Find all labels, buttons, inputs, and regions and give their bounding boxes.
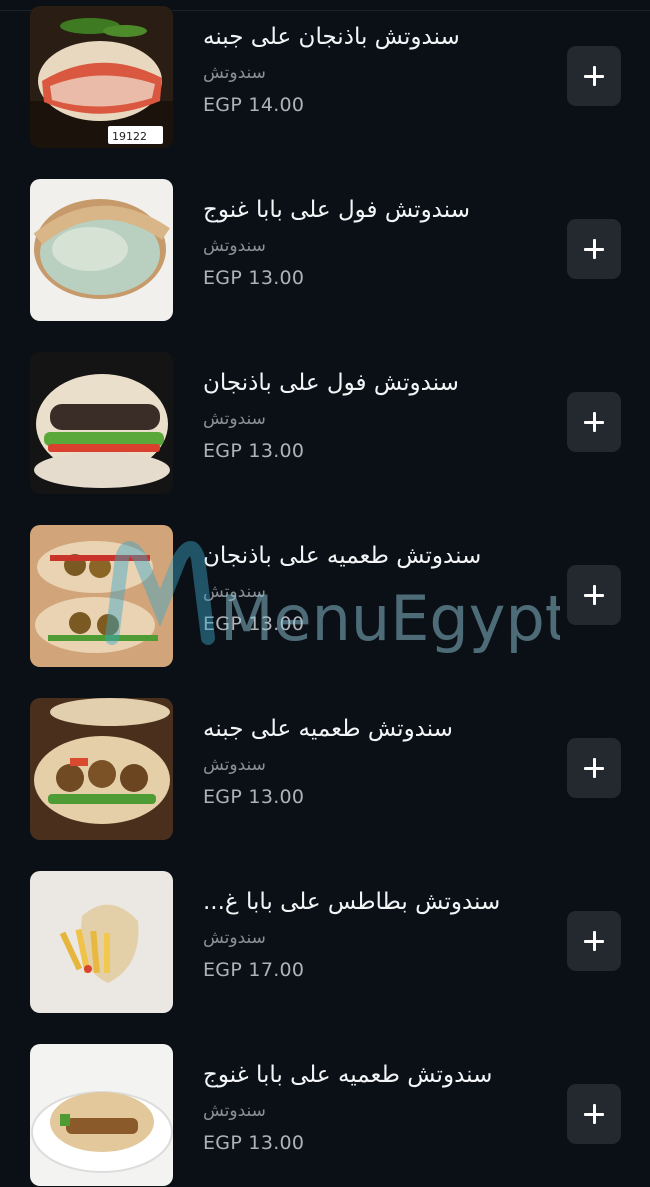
add-to-cart-button[interactable] [567,565,621,625]
add-to-cart-button[interactable] [567,219,621,279]
food-photo [30,179,173,321]
add-to-cart-button[interactable] [567,1084,621,1144]
item-category: سندوتش [203,928,266,948]
menu-item[interactable]: سندوتش طعميه على جبنه سندوتش EGP 13.00 [0,698,650,840]
food-photo: 19122 [30,6,173,148]
plus-icon [584,585,604,605]
item-price: EGP 13.00 [203,440,305,462]
plus-icon [584,1104,604,1124]
item-name: سندوتش طعميه على باذنجان [203,543,482,569]
food-photo [30,1044,173,1186]
add-to-cart-button[interactable] [567,911,621,971]
plus-icon [584,239,604,259]
item-price: EGP 13.00 [203,1132,305,1154]
item-category: سندوتش [203,755,266,775]
menu-item[interactable]: سندوتش فول على بابا غنوج سندوتش EGP 13.0… [0,179,650,321]
menu-item[interactable]: سندوتش بطاطس على بابا غ... سندوتش EGP 17… [0,871,650,1013]
item-category: سندوتش [203,1101,266,1121]
item-price: EGP 13.00 [203,786,305,808]
item-name: سندوتش باذنجان على جبنه [203,24,460,50]
item-category: سندوتش [203,236,266,256]
menu-item[interactable]: سندوتش طعميه على باذنجان سندوتش EGP 13.0… [0,525,650,667]
plus-icon [584,931,604,951]
item-category: سندوتش [203,63,266,83]
add-to-cart-button[interactable] [567,392,621,452]
item-category: سندوتش [203,409,266,429]
menu-item[interactable]: 19122 سندوتش باذنجان على جبنه سندوتش EGP… [0,6,650,148]
add-to-cart-button[interactable] [567,46,621,106]
item-price: EGP 17.00 [203,959,305,981]
plus-icon [584,412,604,432]
item-name: سندوتش طعميه على بابا غنوج [203,1062,493,1088]
food-photo [30,871,173,1013]
item-price: EGP 13.00 [203,267,305,289]
plus-icon [584,66,604,86]
item-price: EGP 14.00 [203,94,305,116]
food-photo [30,698,173,840]
add-to-cart-button[interactable] [567,738,621,798]
food-photo [30,525,173,667]
item-name: سندوتش طعميه على جبنه [203,716,453,742]
item-name: سندوتش فول على بابا غنوج [203,197,470,223]
menu-item[interactable]: سندوتش فول على باذنجان سندوتش EGP 13.00 [0,352,650,494]
item-name: سندوتش فول على باذنجان [203,370,459,396]
item-category: سندوتش [203,582,266,602]
item-price: EGP 13.00 [203,613,305,635]
food-photo [30,352,173,494]
plus-icon [584,758,604,778]
item-name: سندوتش بطاطس على بابا غ... [203,889,501,915]
menu-item[interactable]: سندوتش طعميه على بابا غنوج سندوتش EGP 13… [0,1044,650,1186]
svg-text:19122: 19122 [112,130,147,143]
